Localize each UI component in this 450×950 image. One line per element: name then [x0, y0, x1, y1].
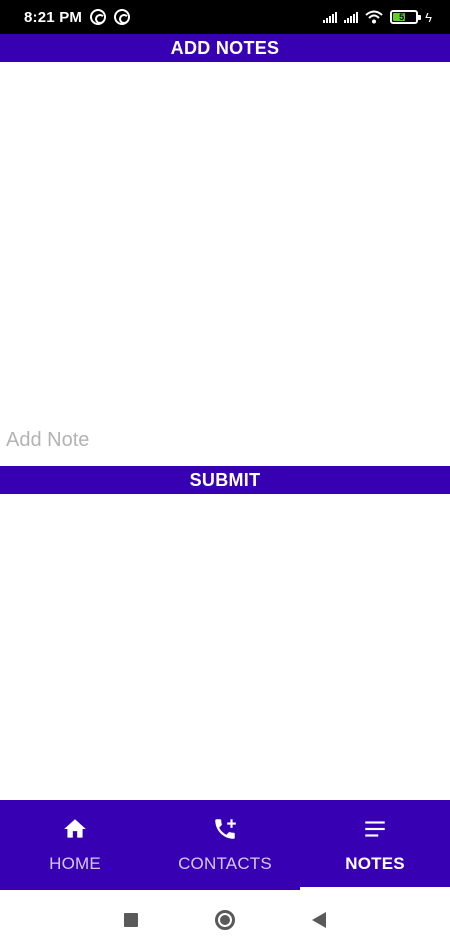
- wifi-icon: [365, 10, 383, 24]
- status-bar: 8:21 PM 51 ϟ: [0, 0, 450, 34]
- status-left: 8:21 PM: [24, 8, 131, 26]
- home-icon: [62, 816, 88, 842]
- add-note-input[interactable]: [0, 418, 450, 462]
- notification-icon: [90, 9, 107, 25]
- nav-item-contacts[interactable]: CONTACTS: [150, 800, 300, 890]
- page-title: ADD NOTES: [0, 34, 450, 62]
- nav-label-contacts: CONTACTS: [178, 854, 272, 873]
- nav-item-notes[interactable]: NOTES: [300, 800, 450, 890]
- notes-icon: [362, 816, 388, 842]
- recents-icon[interactable]: [119, 908, 143, 932]
- nav-label-home: HOME: [49, 854, 101, 873]
- bottom-navigation: HOME CONTACTS NOTES: [0, 800, 450, 890]
- battery-icon: 51: [390, 10, 422, 24]
- notification-icon: [114, 9, 131, 25]
- status-right: 51 ϟ: [323, 10, 432, 25]
- battery-level: 51: [399, 12, 410, 22]
- nav-item-home[interactable]: HOME: [0, 800, 150, 890]
- signal-icon: [344, 11, 359, 23]
- submit-button[interactable]: SUBMIT: [0, 466, 450, 494]
- charging-icon: ϟ: [425, 9, 432, 25]
- home-circle-icon[interactable]: [213, 908, 237, 932]
- system-navigation: [0, 890, 450, 950]
- nav-label-notes: NOTES: [345, 854, 405, 873]
- status-time: 8:21 PM: [24, 8, 83, 26]
- add-call-icon: [212, 816, 238, 842]
- back-icon[interactable]: [307, 908, 331, 932]
- signal-icon: [323, 11, 338, 23]
